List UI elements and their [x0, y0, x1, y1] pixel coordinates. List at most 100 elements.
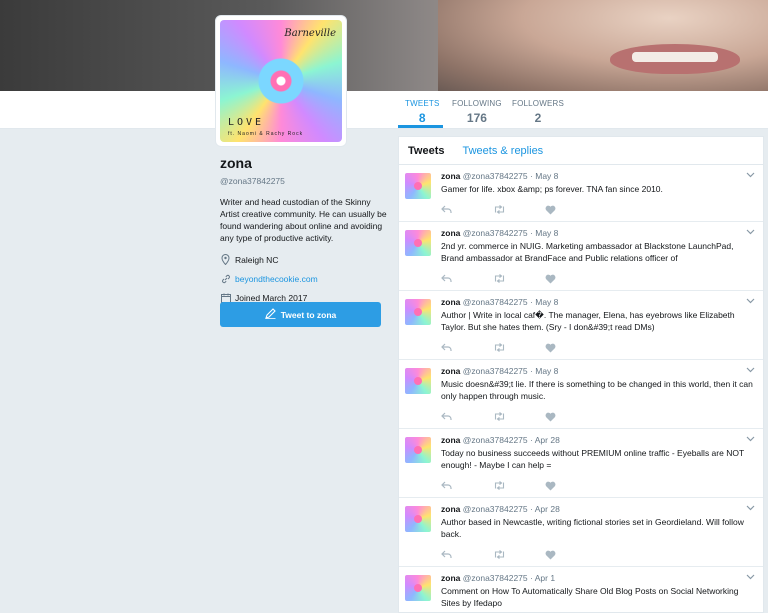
tweet-author-handle[interactable]: @zona37842275 [463, 573, 528, 583]
tab-tweets[interactable]: Tweets [408, 145, 444, 157]
tweet-item[interactable]: zona @zona37842275 · Apr 28 Author based… [399, 498, 763, 567]
heart-icon[interactable] [545, 550, 597, 563]
profile-header-banner [0, 0, 768, 91]
tweet-author-handle[interactable]: @zona37842275 [463, 504, 528, 514]
retweet-icon[interactable] [493, 343, 545, 355]
tweet-timestamp[interactable]: Apr 1 [535, 573, 555, 583]
map-pin-icon [220, 254, 231, 265]
tweet-timestamp[interactable]: May 8 [535, 228, 558, 238]
nav-following[interactable]: FOLLOWING 176 [452, 99, 502, 125]
tweet-header: zona @zona37842275 · May 8 [441, 297, 753, 307]
profile-location-text: Raleigh NC [235, 254, 279, 265]
avatar-text-love: LOVE [228, 117, 265, 128]
tweet-timestamp[interactable]: Apr 28 [535, 435, 560, 445]
reply-icon[interactable] [441, 205, 493, 217]
avatar-image: Barneville LOVE ft. Naomi & Rachy Rock [220, 20, 342, 142]
tweet-to-button-label: Tweet to zona [280, 309, 337, 320]
tweet-sep: · [530, 228, 533, 238]
heart-icon[interactable] [545, 274, 597, 287]
retweet-icon[interactable] [493, 274, 545, 286]
tweet-author-handle[interactable]: @zona37842275 [463, 228, 528, 238]
tweet-sep: · [530, 573, 533, 583]
tweet-timestamp[interactable]: Apr 28 [535, 504, 560, 514]
chevron-down-icon[interactable] [746, 366, 755, 375]
chevron-down-icon[interactable] [746, 228, 755, 237]
tweet-actions [441, 270, 753, 290]
nav-tweets[interactable]: TWEETS 8 [405, 99, 440, 125]
tweet-avatar[interactable] [405, 299, 431, 325]
tweet-author-name[interactable]: zona [441, 504, 460, 514]
retweet-icon[interactable] [493, 481, 545, 493]
tweet-avatar[interactable] [405, 368, 431, 394]
heart-icon[interactable] [545, 205, 597, 218]
chevron-down-icon[interactable] [746, 297, 755, 306]
reply-icon[interactable] [441, 274, 493, 286]
banner-photo [438, 0, 768, 91]
tweet-timestamp[interactable]: May 8 [535, 297, 558, 307]
tweet-author-handle[interactable]: @zona37842275 [463, 171, 528, 181]
profile-location: Raleigh NC [220, 254, 390, 265]
active-nav-underline [398, 125, 443, 128]
tweet-sep: · [530, 504, 533, 514]
tweet-sep: · [530, 297, 533, 307]
chevron-down-icon[interactable] [746, 504, 755, 513]
reply-icon[interactable] [441, 343, 493, 355]
profile-website-link[interactable]: beyondthecookie.com [235, 274, 318, 284]
tweet-actions [441, 201, 753, 221]
tweet-sep: · [530, 366, 533, 376]
tweet-author-handle[interactable]: @zona37842275 [463, 366, 528, 376]
nav-tweets-label: TWEETS [405, 99, 440, 108]
tweet-author-handle[interactable]: @zona37842275 [463, 297, 528, 307]
tweet-author-name[interactable]: zona [441, 228, 460, 238]
tweet-author-name[interactable]: zona [441, 366, 460, 376]
tweet-author-name[interactable]: zona [441, 297, 460, 307]
tweet-author-name[interactable]: zona [441, 435, 460, 445]
nav-tweets-count: 8 [418, 111, 426, 125]
tweet-avatar[interactable] [405, 575, 431, 601]
profile-name[interactable]: zona [220, 155, 390, 171]
page-scrollbar[interactable] [764, 136, 768, 613]
heart-icon[interactable] [545, 412, 597, 425]
chevron-down-icon[interactable] [746, 171, 755, 180]
tweet-avatar[interactable] [405, 437, 431, 463]
heart-icon[interactable] [545, 343, 597, 356]
tweet-list: zona @zona37842275 · May 8 Gamer for lif… [399, 165, 763, 612]
tweet-timestamp[interactable]: May 8 [535, 171, 558, 181]
reply-icon[interactable] [441, 412, 493, 424]
avatar-text-top: Barneville [284, 28, 336, 39]
profile-handle[interactable]: @zona37842275 [220, 176, 390, 186]
reply-icon[interactable] [441, 550, 493, 562]
chevron-down-icon[interactable] [746, 573, 755, 582]
tweet-avatar[interactable] [405, 230, 431, 256]
tweet-header: zona @zona37842275 · Apr 28 [441, 504, 753, 514]
tab-tweets-and-replies[interactable]: Tweets & replies [462, 145, 543, 157]
tweet-item[interactable]: zona @zona37842275 · Apr 28 Today no bus… [399, 429, 763, 498]
tweet-actions [441, 546, 753, 566]
profile-bio: Writer and head custodian of the Skinny … [220, 197, 387, 243]
retweet-icon[interactable] [493, 205, 545, 217]
tweet-item[interactable]: zona @zona37842275 · Apr 1 Comment on Ho… [399, 567, 763, 612]
tweet-avatar[interactable] [405, 506, 431, 532]
tweet-avatar[interactable] [405, 173, 431, 199]
tweet-item[interactable]: zona @zona37842275 · May 8 Music doesn&#… [399, 360, 763, 429]
tweet-item[interactable]: zona @zona37842275 · May 8 Gamer for lif… [399, 165, 763, 222]
nav-followers[interactable]: FOLLOWERS 2 [512, 99, 564, 125]
tweet-text: Music doesn&#39;t lie. If there is somet… [441, 379, 753, 401]
tweet-item[interactable]: zona @zona37842275 · May 8 2nd yr. comme… [399, 222, 763, 291]
profile-avatar[interactable]: Barneville LOVE ft. Naomi & Rachy Rock [215, 15, 347, 147]
retweet-icon[interactable] [493, 412, 545, 424]
tweet-author-name[interactable]: zona [441, 573, 460, 583]
profile-nav-bar: TWEETS 8 FOLLOWING 176 FOLLOWERS 2 [0, 91, 768, 129]
tweet-to-button[interactable]: Tweet to zona [220, 302, 381, 327]
tweet-author-name[interactable]: zona [441, 171, 460, 181]
banner-teeth-shape [632, 52, 718, 62]
tweet-text: Author | Write in local caf�. The manage… [441, 310, 735, 332]
tweet-timestamp[interactable]: May 8 [535, 366, 558, 376]
retweet-icon[interactable] [493, 550, 545, 562]
tweet-item[interactable]: zona @zona37842275 · May 8 Author | Writ… [399, 291, 763, 360]
chevron-down-icon[interactable] [746, 435, 755, 444]
heart-icon[interactable] [545, 481, 597, 494]
tweet-author-handle[interactable]: @zona37842275 [463, 435, 528, 445]
reply-icon[interactable] [441, 481, 493, 493]
nav-followers-label: FOLLOWERS [512, 99, 565, 108]
